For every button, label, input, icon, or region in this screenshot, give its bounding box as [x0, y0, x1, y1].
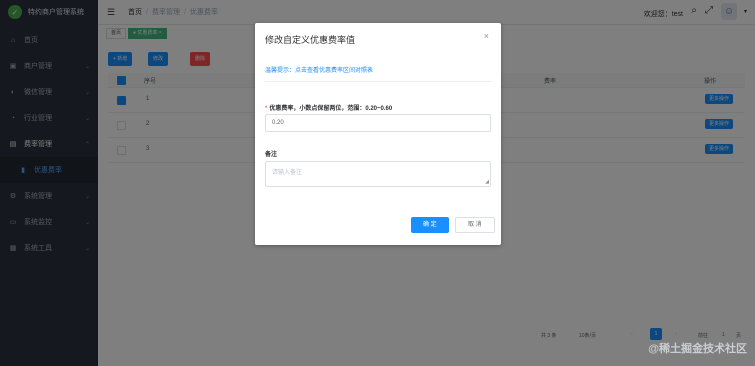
- confirm-button[interactable]: 确 定: [411, 217, 449, 233]
- divider: [265, 81, 491, 82]
- resize-handle-icon[interactable]: ◢: [485, 179, 489, 185]
- close-icon[interactable]: ×: [484, 31, 489, 41]
- watermark-text: @稀土掘金技术社区: [648, 343, 747, 355]
- edit-rate-dialog: 修改自定义优惠费率值 × 温馨提示：点击查看优惠费率区间对照表 * 优惠费率，小数…: [255, 23, 501, 245]
- remark-field-label: 备注: [265, 152, 278, 158]
- cancel-button[interactable]: 取 消: [455, 217, 495, 233]
- rate-field-label: * 优惠费率，小数点保留两位，范围：0.20~0.60: [265, 106, 393, 112]
- rate-input[interactable]: 0.20: [265, 114, 491, 132]
- dialog-title: 修改自定义优惠费率值: [265, 35, 356, 45]
- rate-table-link[interactable]: 温馨提示：点击查看优惠费率区间对照表: [265, 65, 373, 74]
- remark-textarea[interactable]: 请输入备注 ◢: [265, 161, 491, 187]
